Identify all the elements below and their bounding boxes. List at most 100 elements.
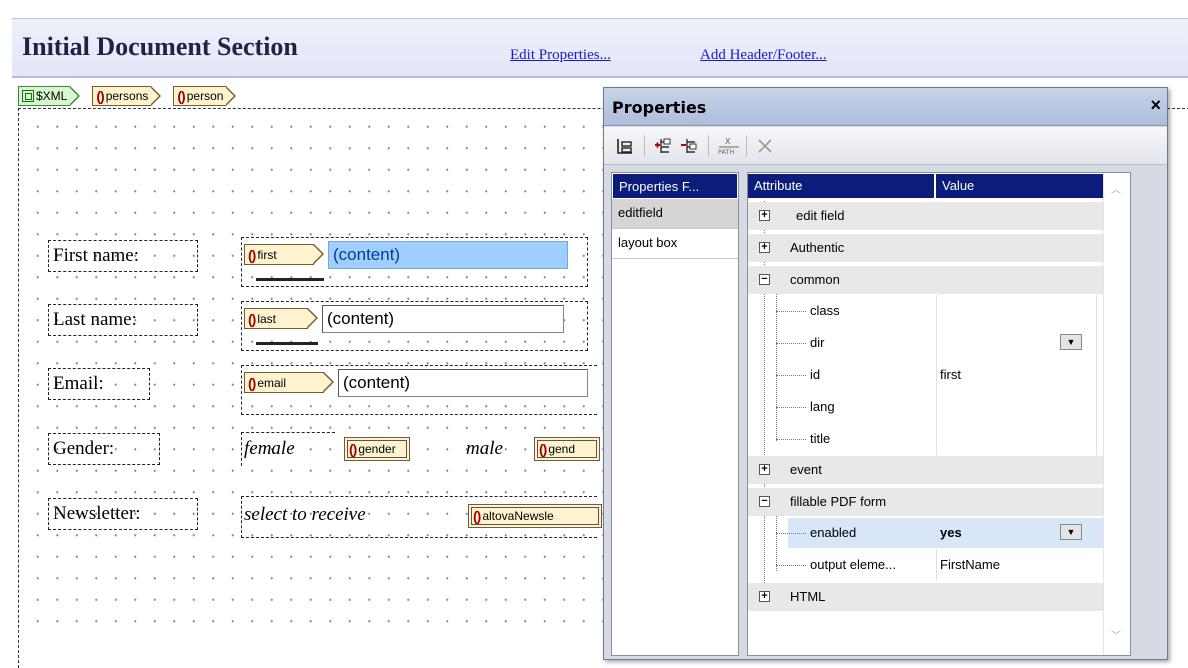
gender-female-text: female (244, 438, 295, 459)
element-icon: () (248, 374, 256, 391)
row-label: fillable PDF form (790, 494, 887, 509)
first-name-field-box: () first (content) (241, 237, 588, 287)
row-label: title (810, 431, 831, 446)
row-value[interactable]: FirstName (940, 557, 1000, 572)
tag-end-marker (256, 342, 318, 345)
svg-text:PATH: PATH (718, 148, 734, 156)
scroll-down-icon[interactable]: ﹀ (1111, 627, 1121, 642)
properties-title: Properties (612, 98, 707, 117)
tag-label: last (257, 311, 277, 326)
tag-arrow (323, 372, 334, 392)
breadcrumb-label: persons (105, 89, 149, 103)
group-row-html[interactable]: + HTML (748, 581, 1125, 612)
tag-end-marker (256, 278, 324, 281)
svg-text:X: X (725, 137, 731, 146)
properties-window: Properties × X PATH Properties F... editf… (603, 87, 1168, 660)
delete-icon[interactable] (752, 133, 778, 159)
row-label: HTML (790, 589, 826, 604)
row-label: enabled (810, 525, 857, 540)
vertical-scrollbar[interactable]: ︿ ﹀ (1103, 173, 1130, 655)
add-header-footer-link[interactable]: Add Header/Footer... (700, 47, 827, 64)
expand-icon[interactable]: + (759, 210, 770, 221)
gender-tag-male[interactable]: () gend (534, 437, 600, 461)
breadcrumb: $XML () persons () person (18, 86, 248, 107)
group-row-authentic[interactable]: + Authentic (748, 232, 1125, 263)
remove-attribute-icon[interactable] (676, 133, 702, 159)
close-icon[interactable]: × (1150, 95, 1161, 116)
newsletter-label: Newsletter: (48, 498, 198, 530)
row-label: dir (810, 335, 825, 350)
breadcrumb-label: $XML (36, 89, 68, 103)
element-icon: () (248, 246, 256, 263)
tag-arrow (313, 244, 324, 264)
element-icon: () (177, 88, 185, 104)
breadcrumb-person[interactable]: () person (173, 86, 237, 106)
breadcrumb-label: person (186, 89, 224, 103)
properties-for-header: Properties F... (612, 173, 738, 199)
group-row-common[interactable]: − common (748, 264, 1125, 295)
email-input[interactable]: (content) (338, 369, 588, 397)
tag-arrow (307, 308, 318, 328)
group-row-fillable-pdf-form[interactable]: − fillable PDF form (748, 486, 1125, 517)
tag-label: first (257, 247, 277, 262)
tag-label: gend (548, 442, 576, 456)
element-icon: () (96, 88, 104, 104)
grid-header: Attribute Value (748, 173, 1130, 199)
expand-icon[interactable]: + (759, 464, 770, 475)
xpath-icon[interactable]: X PATH (716, 133, 742, 159)
newsletter-element-tag[interactable]: () altovaNewsle (468, 504, 602, 528)
element-icon: () (539, 441, 547, 457)
row-label: output eleme... (810, 557, 896, 572)
gender-male-text: male (466, 438, 503, 459)
gender-label: Gender: (48, 433, 160, 465)
properties-for-list: Properties F... editfield layout box (611, 172, 739, 656)
expand-icon[interactable]: + (759, 242, 770, 253)
collapse-icon[interactable]: − (759, 496, 770, 507)
last-name-input[interactable]: (content) (322, 305, 564, 333)
breadcrumb-persons[interactable]: () persons (92, 86, 162, 106)
attribute-column-header[interactable]: Attribute (748, 174, 936, 198)
row-label: Authentic (790, 240, 845, 255)
dropdown-arrow-icon[interactable]: ▼ (1060, 334, 1082, 350)
group-row-event[interactable]: + event (748, 454, 1125, 485)
email-field-box: () email (content) (241, 365, 597, 415)
last-element-tag[interactable]: () last (244, 308, 308, 329)
properties-toolbar: X PATH (604, 127, 1167, 165)
element-icon: () (473, 508, 481, 524)
add-attribute-icon[interactable] (650, 133, 676, 159)
element-icon: () (349, 441, 357, 457)
breadcrumb-xml[interactable]: $XML (18, 86, 81, 106)
row-label: event (790, 462, 822, 477)
row-label: edit field (796, 208, 845, 223)
email-element-tag[interactable]: () email (244, 372, 324, 393)
row-label: lang (810, 399, 835, 414)
scroll-up-icon[interactable]: ︿ (1111, 181, 1121, 196)
row-label: common (790, 272, 840, 287)
section-header: Initial Document Section Edit Properties… (12, 18, 1188, 78)
section-title: Initial Document Section (22, 32, 298, 61)
list-item-layout-box[interactable]: layout box (612, 229, 738, 259)
first-name-input[interactable]: (content) (328, 241, 568, 269)
email-label: Email: (48, 368, 150, 400)
first-element-tag[interactable]: () first (244, 244, 314, 265)
tag-label: altovaNewsle (482, 509, 554, 523)
gender-tag-female[interactable]: () gender (344, 437, 410, 461)
tree-view-icon[interactable] (612, 133, 638, 159)
dropdown-arrow-icon[interactable]: ▼ (1060, 524, 1082, 540)
newsletter-text: select to receive (244, 504, 366, 525)
row-value[interactable]: yes (940, 525, 962, 540)
properties-titlebar[interactable]: Properties × (604, 88, 1167, 126)
tag-label: gender (358, 442, 396, 456)
attribute-row-enabled[interactable]: enabled yes ▼ (748, 517, 1125, 548)
edit-properties-link[interactable]: Edit Properties... (510, 47, 611, 64)
collapse-icon[interactable]: − (759, 274, 770, 285)
element-icon: () (248, 310, 256, 327)
list-item-editfield[interactable]: editfield (612, 199, 738, 229)
row-value[interactable]: first (940, 367, 961, 382)
last-name-label: Last name: (48, 304, 198, 336)
expand-icon[interactable]: + (759, 591, 770, 602)
first-name-label: First name: (48, 240, 198, 272)
tag-label: email (257, 375, 287, 390)
group-row-edit-field[interactable]: + edit field (748, 200, 1125, 231)
value-column-header[interactable]: Value (936, 174, 1124, 198)
